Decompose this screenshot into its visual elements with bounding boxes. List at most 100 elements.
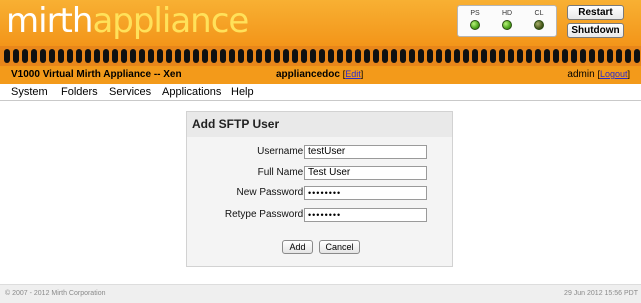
perforation-hole: [481, 49, 487, 63]
perforation-hole: [292, 49, 298, 63]
hd-light-indicator-icon: [502, 20, 512, 30]
perforation-hole: [175, 49, 181, 63]
perforation-hole: [400, 49, 406, 63]
perforation-hole: [238, 49, 244, 63]
perforation-hole: [13, 49, 19, 63]
appliance-status-bar: V1000 Virtual Mirth Appliance -- Xen app…: [0, 66, 641, 84]
new-password-label: New Password:: [236, 187, 306, 198]
perforation-hole: [85, 49, 91, 63]
current-user: admin: [567, 69, 595, 80]
new-password-field[interactable]: ••••••••: [304, 186, 427, 200]
perforation-hole: [220, 49, 226, 63]
main-menu-bar: System Folders Services Applications Hel…: [0, 84, 641, 101]
perforation-hole: [121, 49, 127, 63]
user-group: admin [Logout]: [567, 69, 630, 80]
perforation-hole: [319, 49, 325, 63]
retype-password-field[interactable]: ••••••••: [304, 208, 427, 222]
cancel-button[interactable]: Cancel: [319, 240, 360, 254]
perforation-hole: [49, 49, 55, 63]
perforation-hole: [256, 49, 262, 63]
perforation-hole: [103, 49, 109, 63]
perforation-hole: [130, 49, 136, 63]
perforation-hole: [58, 49, 64, 63]
perforation-hole: [409, 49, 415, 63]
logout-link[interactable]: Logout: [600, 69, 628, 79]
cl-light-indicator-icon: [534, 20, 544, 30]
logo-word-mirth: mirth: [6, 1, 93, 41]
add-button[interactable]: Add: [282, 240, 313, 254]
perforation-hole: [472, 49, 478, 63]
perforation-hole: [535, 49, 541, 63]
menu-system[interactable]: System: [11, 86, 48, 98]
perforation-hole: [67, 49, 73, 63]
perforation-hole: [364, 49, 370, 63]
perforation-hole: [355, 49, 361, 63]
perforation-hole: [508, 49, 514, 63]
page: mirthappliance PS HD CL Restart Shutdown…: [0, 0, 641, 303]
edit-hostname-link[interactable]: Edit: [345, 69, 361, 79]
perforation-hole: [499, 49, 505, 63]
perforation-hole: [454, 49, 460, 63]
perforation-hole: [76, 49, 82, 63]
perforation-hole: [94, 49, 100, 63]
perforation-hole: [4, 49, 10, 63]
cl-status-light: CL: [529, 9, 549, 30]
perforation-hole: [148, 49, 154, 63]
perforation-hole: [391, 49, 397, 63]
perforation-hole: [328, 49, 334, 63]
appliance-name: V1000 Virtual Mirth Appliance -- Xen: [11, 69, 182, 80]
status-lights-panel: PS HD CL: [457, 5, 557, 37]
username-field[interactable]: testUser: [304, 145, 427, 159]
header: mirthappliance PS HD CL Restart Shutdown…: [0, 0, 641, 84]
hd-status-light: HD: [497, 9, 517, 30]
logo-word-appliance: appliance: [92, 1, 249, 41]
perforation-hole: [526, 49, 532, 63]
perforation-hole: [346, 49, 352, 63]
edit-bracket-close: ]: [360, 69, 364, 79]
perforation-hole: [211, 49, 217, 63]
perforation-hole: [517, 49, 523, 63]
perforation-hole: [562, 49, 568, 63]
shutdown-button[interactable]: Shutdown: [567, 23, 624, 38]
perforation-hole: [283, 49, 289, 63]
restart-button[interactable]: Restart: [567, 5, 624, 20]
menu-help[interactable]: Help: [231, 86, 254, 98]
perforation-hole: [31, 49, 37, 63]
form-title: Add SFTP User: [192, 117, 280, 131]
menu-folders[interactable]: Folders: [61, 86, 98, 98]
perforation-hole: [274, 49, 280, 63]
perforation-hole: [625, 49, 631, 63]
perforation-hole: [598, 49, 604, 63]
perforation-hole: [553, 49, 559, 63]
perforation-hole: [418, 49, 424, 63]
perforation-hole: [490, 49, 496, 63]
perforation-hole: [382, 49, 388, 63]
perforation-hole: [634, 49, 640, 63]
perforation-hole: [40, 49, 46, 63]
logout-bracket-close: ]: [627, 69, 630, 79]
decorative-perforation-strip: [0, 46, 641, 66]
perforation-hole: [112, 49, 118, 63]
perforation-hole: [571, 49, 577, 63]
footer-timestamp: 29 Jun 2012 15:56 PDT: [564, 290, 638, 297]
full-name-field[interactable]: Test User: [304, 166, 427, 180]
perforation-hole: [580, 49, 586, 63]
retype-password-label: Retype Password:: [224, 209, 306, 220]
perforation-hole: [193, 49, 199, 63]
full-name-label: Full Name:: [257, 167, 306, 178]
ps-light-indicator-icon: [470, 20, 480, 30]
perforation-holes: [4, 49, 641, 63]
perforation-hole: [544, 49, 550, 63]
ps-light-label: PS: [470, 10, 480, 17]
cl-light-label: CL: [534, 10, 544, 17]
perforation-hole: [373, 49, 379, 63]
perforation-hole: [139, 49, 145, 63]
perforation-hole: [265, 49, 271, 63]
menu-services[interactable]: Services: [109, 86, 151, 98]
copyright-text: © 2007 - 2012 Mirth Corporation: [5, 290, 106, 297]
perforation-hole: [427, 49, 433, 63]
hostname-group: appliancedoc [Edit]: [276, 69, 363, 80]
perforation-hole: [22, 49, 28, 63]
menu-applications[interactable]: Applications: [162, 86, 221, 98]
hostname: appliancedoc: [276, 69, 340, 80]
